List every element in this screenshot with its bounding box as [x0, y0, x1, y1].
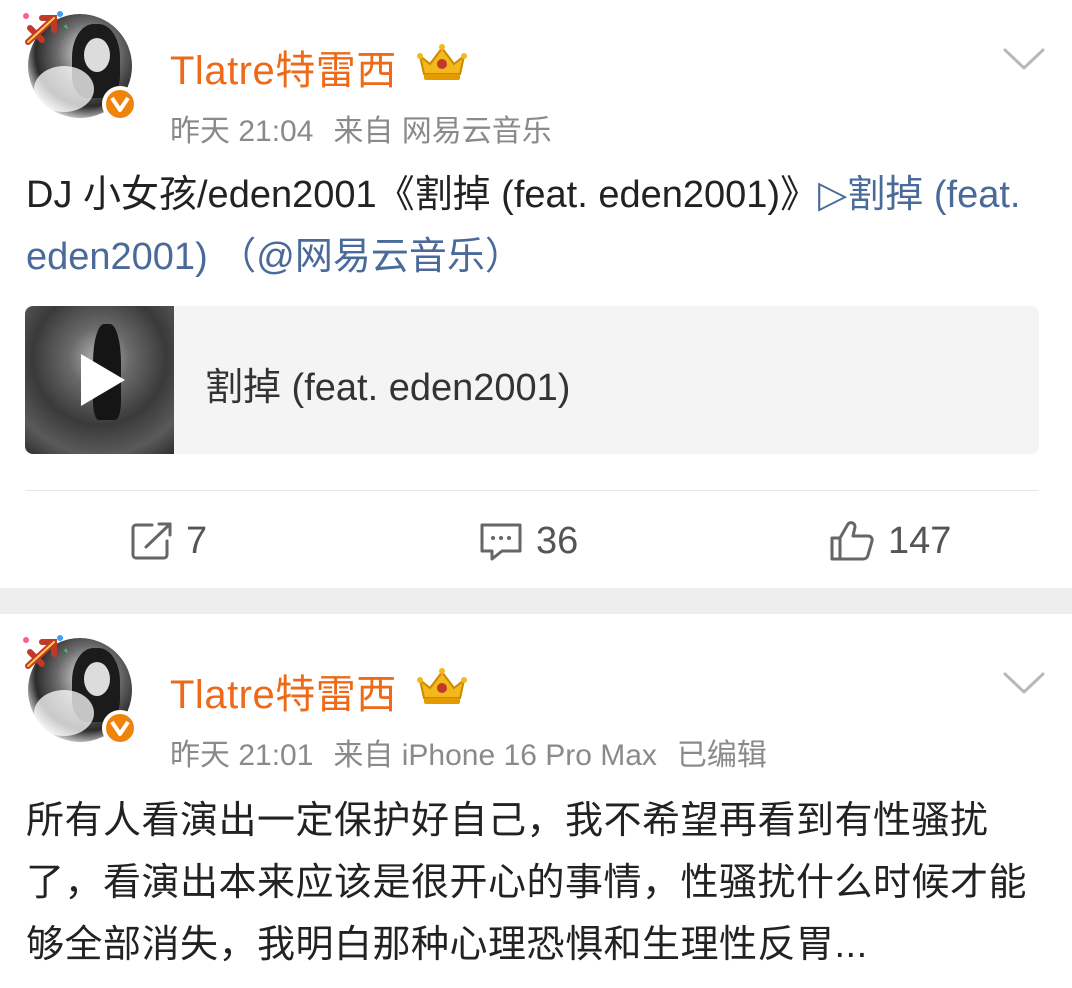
- edited-label[interactable]: 已编辑: [677, 739, 767, 772]
- verified-v-icon: [110, 96, 130, 112]
- chevron-down-icon[interactable]: [1002, 46, 1046, 72]
- avatar-container[interactable]: [18, 0, 138, 122]
- feed-separator: [0, 588, 1072, 614]
- sagittarius-icon: [23, 11, 68, 45]
- repost-count: 7: [186, 519, 208, 562]
- feed-post: Tlatre特雷西 昨天 21:04 来自 网易云音乐 DJ 小女孩/eden20…: [0, 0, 1072, 588]
- post-text[interactable]: 所有人看演出一定保护好自己，我不希望再看到有性骚扰了，看演出本来应该是很开心的事…: [26, 790, 1046, 976]
- verified-badge: [102, 710, 138, 746]
- post-text: DJ 小女孩/eden2001《割掉 (feat. eden2001)》▷割掉 …: [26, 164, 1046, 288]
- mention-link[interactable]: @网易云音乐: [256, 236, 485, 278]
- post-source: 来自 网易云音乐: [333, 115, 552, 148]
- post-body-text: DJ 小女孩/eden2001《割掉 (feat. eden2001)》: [26, 174, 819, 216]
- repost-icon: [131, 522, 172, 560]
- source-link-close: ）: [484, 236, 523, 278]
- music-card-title: 割掉 (feat. eden2001): [205, 367, 571, 409]
- comment-button[interactable]: 36: [478, 518, 578, 564]
- like-count: 147: [888, 519, 952, 562]
- post-meta: 昨天 21:04 来自 网易云音乐: [170, 106, 572, 150]
- comment-icon: [480, 523, 522, 561]
- action-divider: [25, 490, 1039, 491]
- crown-badge-icon[interactable]: [416, 42, 468, 84]
- chevron-down-icon[interactable]: [1002, 670, 1046, 696]
- thumbs-up-icon: [830, 521, 874, 561]
- source-link-open: （: [207, 236, 257, 278]
- feed-post: Tlatre特雷西 昨天 21:01 来自 iPhone 16 Pro Max 已编…: [0, 614, 1072, 988]
- crown-badge-icon[interactable]: [416, 666, 468, 708]
- verified-v-icon: [110, 720, 130, 736]
- repost-button[interactable]: 7: [130, 518, 207, 564]
- username[interactable]: Tlatre特雷西: [170, 38, 397, 96]
- avatar-container[interactable]: [18, 624, 138, 746]
- username[interactable]: Tlatre特雷西: [170, 662, 397, 720]
- music-card[interactable]: 割掉 (feat. eden2001): [25, 306, 1039, 454]
- like-button[interactable]: 147: [828, 518, 951, 564]
- post-meta: 昨天 21:01 来自 iPhone 16 Pro Max 已编辑: [170, 730, 787, 774]
- verified-badge: [102, 86, 138, 122]
- sagittarius-icon: [23, 635, 68, 669]
- post-source: 来自 iPhone 16 Pro Max: [333, 739, 657, 772]
- album-thumbnail[interactable]: [25, 306, 174, 454]
- play-icon[interactable]: [81, 354, 125, 406]
- comment-count: 36: [536, 519, 579, 562]
- post-time: 昨天 21:01: [170, 739, 314, 772]
- post-time: 昨天 21:04: [170, 115, 314, 148]
